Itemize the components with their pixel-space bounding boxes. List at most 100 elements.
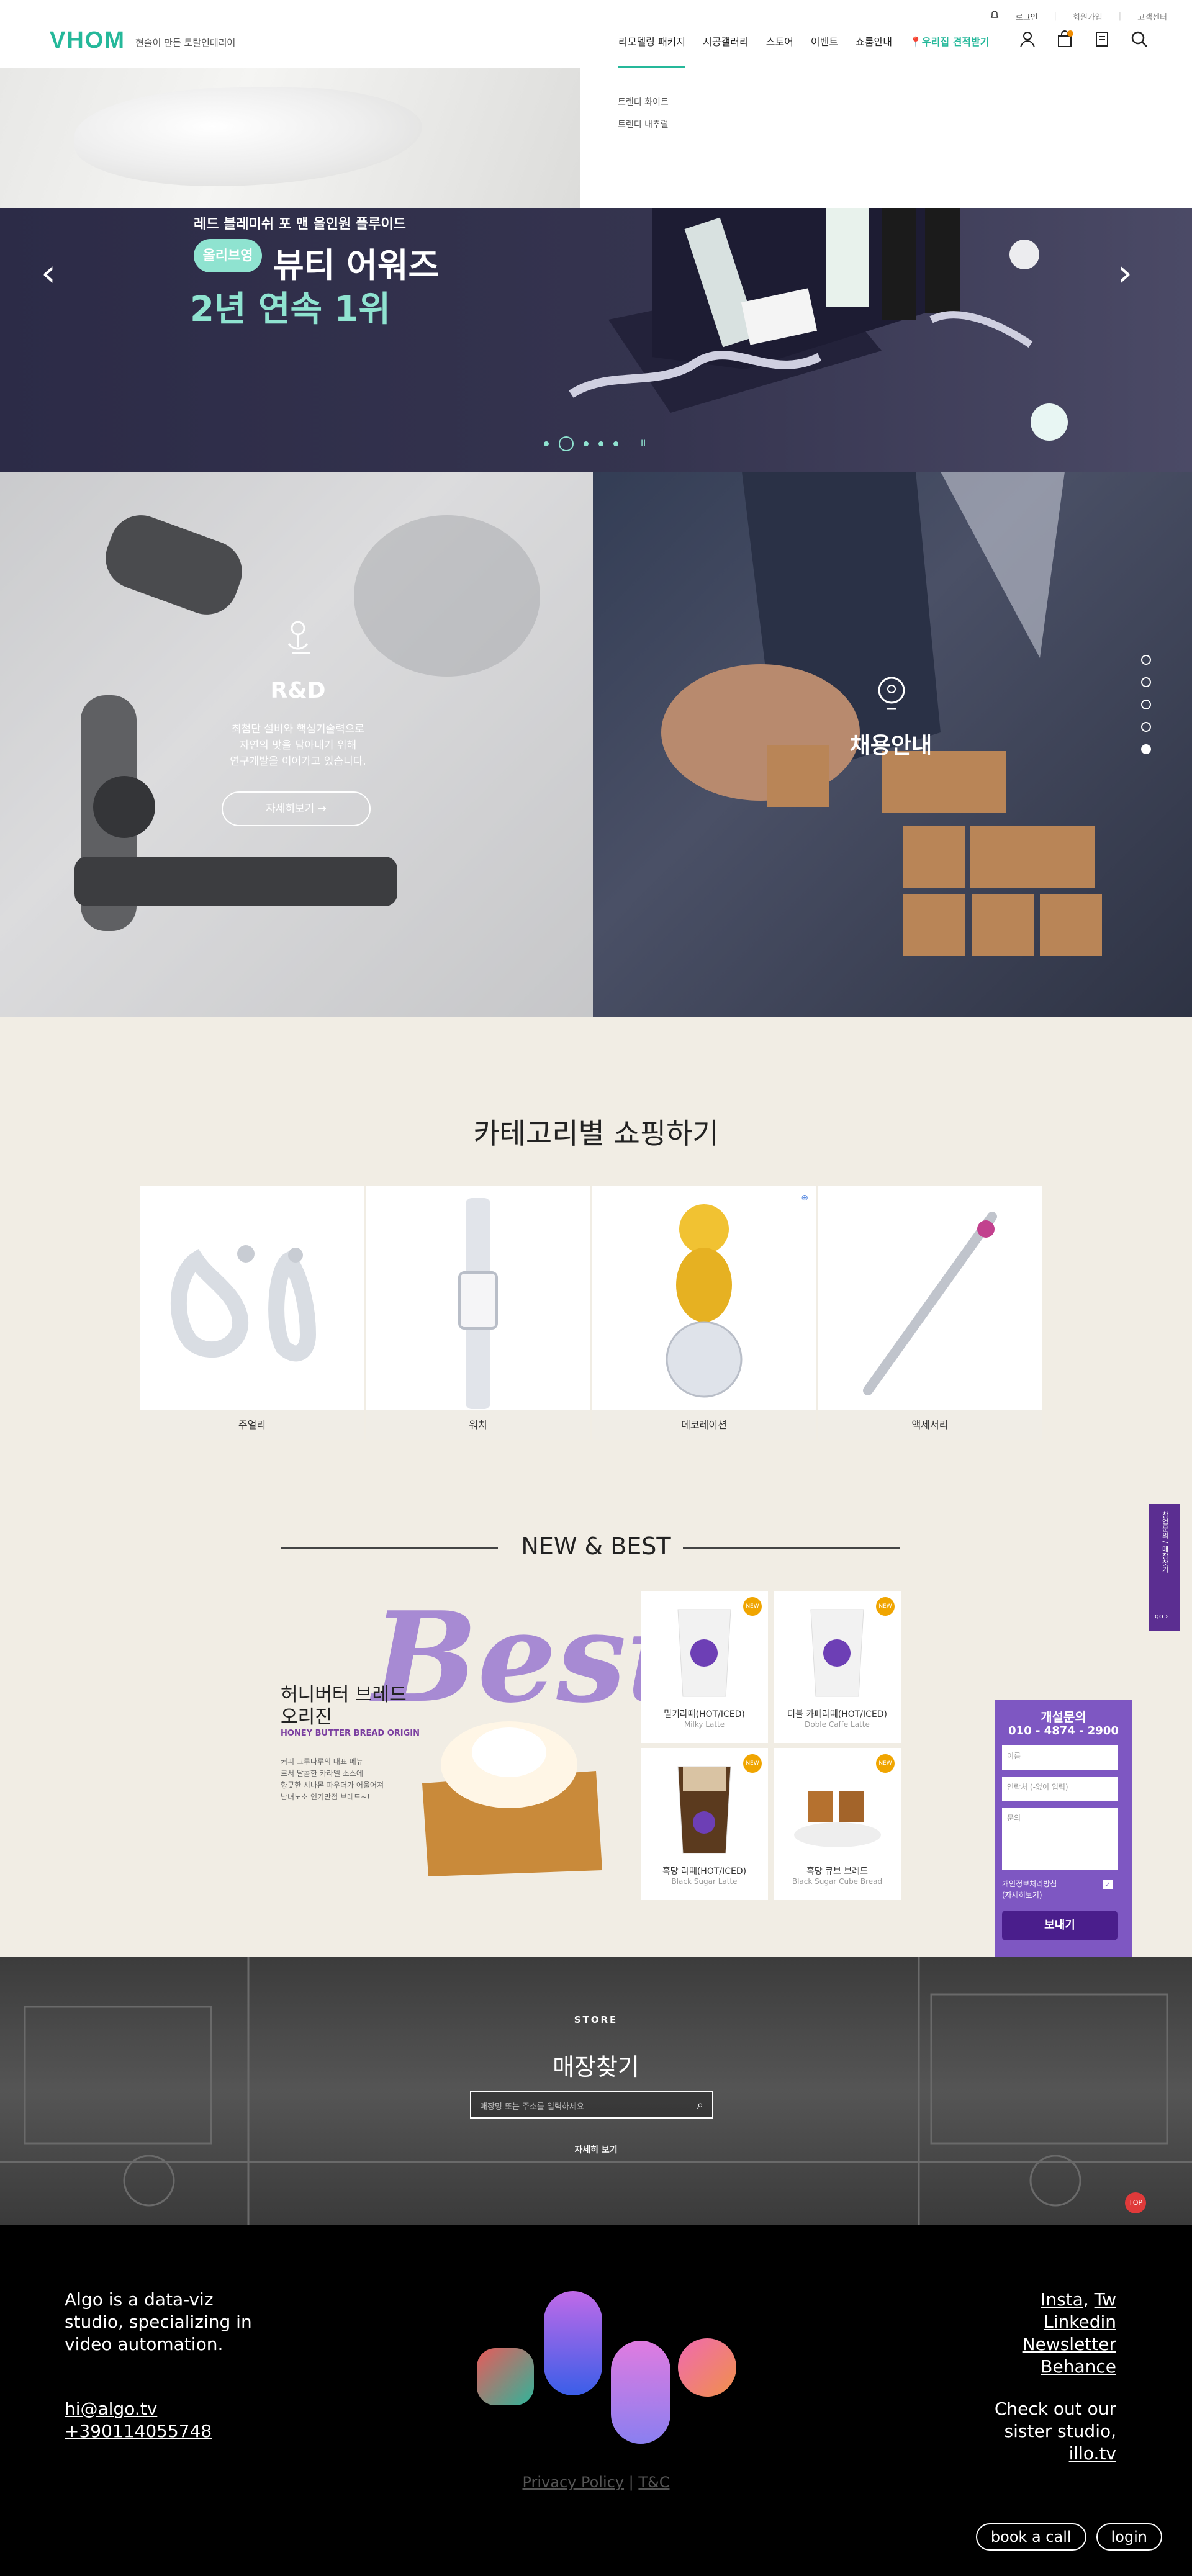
submenu-item-natural[interactable]: 트렌디 내추럴	[618, 118, 669, 130]
new-best-title: NEW & BEST	[521, 1533, 671, 1560]
cup-image	[677, 1609, 731, 1697]
product-card[interactable]: NEW 흑당 라떼(HOT/ICED) Black Sugar Latte	[641, 1748, 768, 1900]
section-dot[interactable]	[1141, 700, 1151, 709]
footer-phone[interactable]: +390114055748	[65, 2420, 212, 2443]
product-en: Black Sugar Latte	[671, 1877, 738, 1886]
footer-email[interactable]: hi@algo.tv	[65, 2398, 212, 2420]
login-button[interactable]: login	[1096, 2523, 1162, 2551]
hero-dot[interactable]	[584, 441, 589, 446]
nav-gallery[interactable]: 시공갤러리	[703, 34, 749, 68]
watch-image	[458, 1198, 498, 1409]
product-card[interactable]: NEW 밀키라떼(HOT/ICED) Milky Latte	[641, 1591, 768, 1743]
hero-dot[interactable]	[544, 441, 549, 446]
product-en: Doble Caffe Latte	[805, 1720, 870, 1729]
terms-link[interactable]: T&C	[638, 2474, 669, 2491]
contact-input[interactable]: 연락처 (-없이 입력)	[1002, 1777, 1118, 1801]
pause-button[interactable]: II	[641, 439, 646, 449]
divider: |	[1118, 11, 1122, 21]
hero-dot[interactable]	[598, 441, 603, 446]
product-card[interactable]: NEW 더블 카페라떼(HOT/ICED) Doble Caffe Latte	[774, 1591, 901, 1743]
product-boxes-image	[569, 208, 1068, 441]
nav-remodeling[interactable]: 리모델링 패키지	[618, 34, 686, 68]
social-tw[interactable]: Tw	[1095, 2289, 1116, 2310]
search-icon[interactable]: ⌕	[697, 2099, 703, 2112]
recruit-panel[interactable]: 채용안내	[593, 472, 1192, 1017]
user-icon[interactable]	[1018, 30, 1037, 51]
category-label: 워치	[366, 1410, 590, 1440]
search-icon[interactable]	[1130, 30, 1149, 51]
login-link[interactable]: 로그인	[1016, 11, 1038, 22]
site-header: VHOM 현솔이 만든 토탈인테리어 로그인 | 회원가입 | 고객센터 리모델…	[0, 0, 1192, 68]
new-badge: NEW	[743, 1754, 762, 1773]
book-icon[interactable]	[1093, 30, 1111, 51]
bell-icon[interactable]	[990, 10, 1000, 22]
hero-dot[interactable]	[613, 441, 618, 446]
store-search-placeholder: 매장명 또는 주소를 입력하세요	[480, 2102, 584, 2112]
side-quick-tab[interactable]: 창업문의 / 매장찾기 go ›	[1149, 1504, 1180, 1631]
sister-link[interactable]: illo.tv	[1069, 2443, 1116, 2464]
footer-contact: hi@algo.tv +390114055748	[65, 2398, 212, 2443]
nav-quote[interactable]: 📍우리집 견적받기	[910, 34, 990, 68]
page-root: { "header": { "logo": "VHOM", "tagline":…	[0, 0, 1192, 2576]
recruit-title: 채용안내	[849, 733, 932, 759]
store-search-field[interactable]: 매장명 또는 주소를 입력하세요 ⌕	[470, 2091, 713, 2119]
cart-icon[interactable]	[1055, 30, 1074, 51]
rd-more-button[interactable]: 자세히보기 →	[222, 791, 371, 826]
category-card-accessory[interactable]: 액세서리	[818, 1186, 1042, 1440]
category-title: 카테고리별 쇼핑하기	[473, 1117, 719, 1150]
logo[interactable]: VHOM	[50, 27, 125, 54]
privacy-agree-label[interactable]: 개인정보처리방침 (자세히보기)	[1002, 1878, 1057, 1901]
social-newsletter[interactable]: Newsletter	[1023, 2334, 1116, 2354]
nav-showroom[interactable]: 쇼룸안내	[856, 34, 892, 68]
privacy-link[interactable]: Privacy Policy	[522, 2474, 624, 2491]
top-links: 로그인 | 회원가입 | 고객센터	[990, 10, 1167, 22]
rd-title: R&D	[270, 678, 326, 703]
side-tab-go[interactable]: go ›	[1155, 1612, 1168, 1620]
pen-image	[863, 1212, 997, 1395]
featured-product-name: 허니버터 브레드 오리진	[281, 1684, 407, 1728]
cube-bread-image	[794, 1791, 881, 1847]
category-card-watch[interactable]: 워치	[366, 1186, 590, 1440]
submenu-item-white[interactable]: 트렌디 화이트	[618, 96, 669, 108]
teddy-figurine-image	[666, 1204, 743, 1398]
product-name: 더블 카페라떼(HOT/ICED)	[787, 1709, 887, 1719]
name-input[interactable]: 이름	[1002, 1745, 1118, 1770]
logo-shape	[678, 2338, 736, 2397]
section-dot[interactable]	[1141, 677, 1151, 687]
social-insta[interactable]: Insta	[1041, 2289, 1083, 2310]
zoom-icon[interactable]: ⊕	[801, 1193, 808, 1203]
support-link[interactable]: 고객센터	[1137, 11, 1167, 22]
nav-event[interactable]: 이벤트	[811, 34, 838, 68]
logo-shape	[477, 2348, 534, 2405]
nav-store[interactable]: 스토어	[766, 34, 793, 68]
footer-about: Algo is a data-viz studio, specializing …	[65, 2289, 252, 2354]
chevron-right-icon[interactable]: ›	[1118, 251, 1132, 295]
main-nav: 리모델링 패키지 시공갤러리 스토어 이벤트 쇼룸안내 📍우리집 견적받기	[618, 34, 990, 68]
rd-panel[interactable]: R&D 최첨단 설비와 핵심기술력으로 자연의 맛을 담아내기 위해 연구개발을…	[0, 472, 593, 1017]
back-to-top-button[interactable]: TOP	[1125, 2192, 1146, 2213]
product-en: Black Sugar Cube Bread	[792, 1877, 883, 1886]
section-dot[interactable]	[1141, 744, 1151, 754]
side-tab-label: 창업문의 / 매장찾기	[1161, 1511, 1169, 1573]
category-card-decoration[interactable]: ⊕ 데코레이션	[592, 1186, 816, 1440]
category-label: 액세서리	[818, 1410, 1042, 1440]
store-title: 매장찾기	[553, 2053, 639, 2081]
hero-dot[interactable]	[559, 436, 574, 451]
footer-sister: Check out our sister studio, illo.tv	[955, 2398, 1116, 2465]
signup-link[interactable]: 회원가입	[1073, 11, 1103, 22]
privacy-checkbox[interactable]: ✓	[1103, 1880, 1113, 1889]
nav-dropdown: 트렌디 화이트 트렌디 내추럴	[580, 68, 1192, 208]
book-call-button[interactable]: book a call	[975, 2523, 1086, 2551]
inquiry-form: 개설문의 010 - 4874 - 2900 이름 연락처 (-없이 입력) 문…	[995, 1700, 1132, 1960]
store-more-link[interactable]: 자세히 보기	[0, 2143, 1192, 2156]
section-dot[interactable]	[1141, 655, 1151, 665]
send-button[interactable]: 보내기	[1002, 1911, 1118, 1940]
category-card-jewelry[interactable]: 주얼리	[140, 1186, 364, 1440]
section-dot[interactable]	[1141, 722, 1151, 732]
chevron-left-icon[interactable]: ‹	[41, 251, 56, 295]
message-input[interactable]: 문의	[1002, 1808, 1118, 1870]
hero-title-line2: 2년 연속 1위	[190, 289, 391, 330]
social-behance[interactable]: Behance	[1041, 2356, 1116, 2377]
social-linkedin[interactable]: Linkedin	[1044, 2312, 1116, 2332]
product-card[interactable]: NEW 흑당 큐브 브레드 Black Sugar Cube Bread	[774, 1748, 901, 1900]
